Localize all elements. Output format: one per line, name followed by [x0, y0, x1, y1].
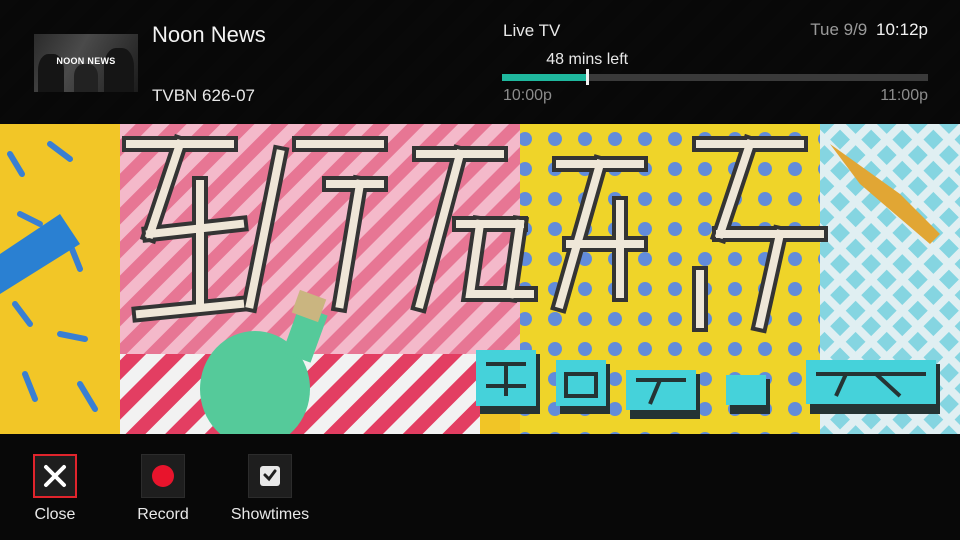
date-time: Tue 9/9 10:12p — [810, 20, 928, 40]
program-thumbnail: NOON NEWS — [34, 34, 138, 92]
close-icon — [44, 465, 66, 487]
time-left-label: 48 mins left — [546, 51, 629, 68]
current-clock: 10:12p — [876, 20, 928, 39]
current-date: Tue 9/9 — [810, 20, 868, 39]
video-content-image — [0, 124, 960, 434]
showtimes-button[interactable] — [248, 454, 292, 498]
progress-fill — [502, 74, 588, 81]
channel-label: TVBN 626-07 — [152, 86, 255, 105]
program-info-bar: NOON NEWS Noon News TVBN 626-07 Live TV … — [0, 0, 960, 124]
showtimes-action[interactable]: Showtimes — [225, 454, 315, 524]
thumbnail-logo-text: NOON NEWS — [56, 56, 116, 66]
live-tv-label: Live TV — [503, 21, 561, 40]
progress-playhead — [586, 69, 590, 85]
program-start-time: 10:00p — [503, 87, 552, 104]
program-end-time: 11:00p — [880, 87, 928, 104]
record-action[interactable]: Record — [118, 454, 208, 524]
close-action[interactable]: Close — [10, 454, 100, 524]
record-button[interactable] — [141, 454, 185, 498]
close-label: Close — [34, 506, 76, 523]
action-bar: Close Record Showtimes — [0, 434, 960, 540]
clock-icon — [260, 466, 280, 486]
show-title: Noon News — [152, 22, 266, 47]
record-dot-icon — [152, 465, 174, 487]
program-progress-bar: 48 mins left — [502, 51, 928, 85]
record-label: Record — [137, 506, 189, 523]
close-button[interactable] — [33, 454, 77, 498]
live-video-frame[interactable] — [0, 124, 960, 434]
showtimes-label: Showtimes — [230, 506, 310, 523]
